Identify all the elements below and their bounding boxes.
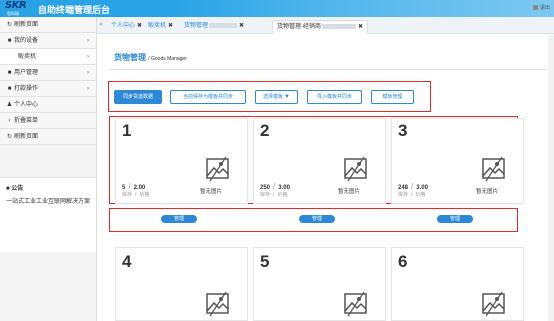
refresh-icon: ↻ (6, 134, 13, 140)
sidebar-item-my-devices[interactable]: ■ 我的设备 › (0, 33, 96, 49)
sidebar: ↻ 刷新页面 ■ 我的设备 › 販卖机 › ■ 用户管理 › ■ 打款操作 › ♟ 个人中… (0, 17, 97, 321)
image-placeholder-icon (482, 156, 505, 182)
logout-icon (532, 5, 538, 10)
no-image-label: 暂无图片 (476, 189, 499, 195)
sidebar-item-label: 打款操作 (14, 86, 39, 92)
slot-number: 3 (398, 121, 408, 140)
folder-icon: ■ (7, 86, 12, 92)
caret-down-icon: ▼ (284, 94, 290, 100)
goods-card-2: 2 暂无图片 250/3.00 库存 / 价格 (253, 118, 386, 204)
slot-number: 1 (122, 121, 132, 140)
stock-price: 5/2.00 (122, 182, 146, 191)
notice-panel: ■ 公告 一站式工业工业互联网解决方案 (0, 177, 96, 252)
sync-goods-button[interactable]: 同步货道数据 (114, 90, 162, 104)
slot-number: 4 (122, 252, 132, 271)
goods-card-1: 1 暂无图片 5/2.00 库存 / 价格 (115, 118, 248, 204)
folder-icon: ■ (7, 70, 12, 76)
stock-price-labels: 库存 / 价格 (260, 192, 288, 198)
chevron-left-icon: ‹ (8, 118, 11, 124)
goods-card-3: 3 暂无图片 248/3.00 库存 / 价格 (391, 118, 524, 204)
slot-number: 6 (398, 252, 408, 271)
sidebar-item-vending-machine[interactable]: 販卖机 › (0, 49, 96, 65)
notice-title: ■ 公告 (6, 186, 24, 192)
app-header: SKR 思科瑞 自助终端管理后台 退出 (0, 0, 554, 17)
notice-body: 一站式工业工业互联网解决方案 (6, 199, 91, 205)
sidebar-item-label: 折叠菜单 (14, 118, 39, 124)
close-icon[interactable]: ✖ (137, 23, 142, 29)
manage-button-1[interactable]: 管理 (161, 215, 197, 223)
sidebar-item-label: 个人中心 (14, 102, 39, 108)
goods-card-5: 5 (253, 247, 386, 321)
tab-scroll-left-icon[interactable]: « (97, 17, 105, 34)
image-placeholder-icon (482, 291, 505, 317)
page-title: 货物管理 / Goods Manager (114, 53, 187, 62)
tab-goods[interactable]: 货物管理 ✖ (180, 20, 248, 34)
divider (109, 69, 549, 70)
sidebar-item-refresh[interactable]: ↻ 刷新页面 (0, 17, 96, 33)
sidebar-item-payment[interactable]: ■ 打款操作 › (0, 81, 96, 97)
tab-vending[interactable]: 販卖机 ✖ (144, 20, 177, 34)
logout-link[interactable]: 退出 (532, 4, 550, 11)
sidebar-item-collapse[interactable]: ‹ 折叠菜单 (0, 113, 96, 129)
save-template-button[interactable]: 当前保存为模板并同步 (170, 90, 246, 104)
no-image-label: 暂无图片 (200, 189, 223, 195)
close-icon[interactable]: ✖ (358, 24, 363, 30)
image-placeholder-icon (344, 291, 367, 317)
main-content: 货物管理 / Goods Manager 同步货道数据 当前保存为模板并同步 选… (97, 35, 554, 321)
slot-number: 5 (260, 252, 270, 271)
close-icon[interactable]: ✖ (239, 23, 244, 29)
tab-goods-dealer[interactable]: 货物管理-经销商 ✖ (272, 20, 369, 34)
tab-profile[interactable]: 个人中心 ✖ (107, 20, 146, 34)
select-template-dropdown[interactable]: 选择模板▼ (255, 90, 298, 104)
chevron-right-icon: › (87, 54, 89, 60)
manage-button-3[interactable]: 管理 (437, 215, 473, 223)
image-placeholder-icon (206, 156, 229, 182)
slot-number: 2 (260, 121, 270, 140)
close-icon[interactable]: ✖ (168, 23, 173, 29)
sidebar-item-label: 刷新页面 (14, 134, 39, 140)
sidebar-item-refresh-2[interactable]: ↻ 刷新页面 (0, 129, 96, 145)
stock-price-labels: 库存 / 价格 (398, 192, 426, 198)
template-manage-button[interactable]: 模板管理 (371, 90, 414, 104)
logout-label: 退出 (539, 5, 550, 11)
image-placeholder-icon (344, 156, 367, 182)
logo-text: SKR (5, 0, 27, 11)
page-title-en: / Goods Manager (148, 56, 187, 62)
sidebar-item-label: 刷新页面 (14, 22, 39, 28)
sidebar-item-label: 用户管理 (14, 70, 39, 76)
stock-price: 250/3.00 (260, 182, 290, 191)
goods-card-6: 6 (391, 247, 524, 321)
chevron-right-icon: › (87, 70, 89, 76)
tab-bar: « 个人中心 ✖ 販卖机 ✖ 货物管理 ✖ 货物管理-经销商 ✖ (97, 17, 554, 34)
sidebar-item-label: 販卖机 (18, 54, 37, 60)
folder-icon: ■ (7, 38, 12, 44)
goods-card-4: 4 (115, 247, 248, 321)
app-title: 自助终端管理后台 (38, 5, 111, 15)
no-image-label: 暂无图片 (338, 189, 361, 195)
sidebar-item-profile[interactable]: ♟ 个人中心 (0, 97, 96, 113)
chevron-right-icon: › (87, 38, 89, 44)
manage-button-2[interactable]: 管理 (299, 215, 335, 223)
image-placeholder-icon (206, 291, 229, 317)
user-icon: ♟ (6, 102, 13, 108)
chevron-right-icon: › (87, 86, 89, 92)
scrollbar[interactable] (548, 35, 554, 321)
header-decoration (174, 0, 554, 17)
sidebar-item-user-management[interactable]: ■ 用户管理 › (0, 65, 96, 81)
refresh-icon: ↻ (6, 22, 13, 28)
import-template-button[interactable]: 导入模板并同步 (307, 90, 362, 104)
logo: SKR 思科瑞 (5, 0, 35, 16)
stock-price-labels: 库存 / 价格 (122, 192, 150, 198)
stock-price: 248/3.00 (398, 182, 428, 191)
sidebar-item-label: 我的设备 (14, 38, 39, 44)
